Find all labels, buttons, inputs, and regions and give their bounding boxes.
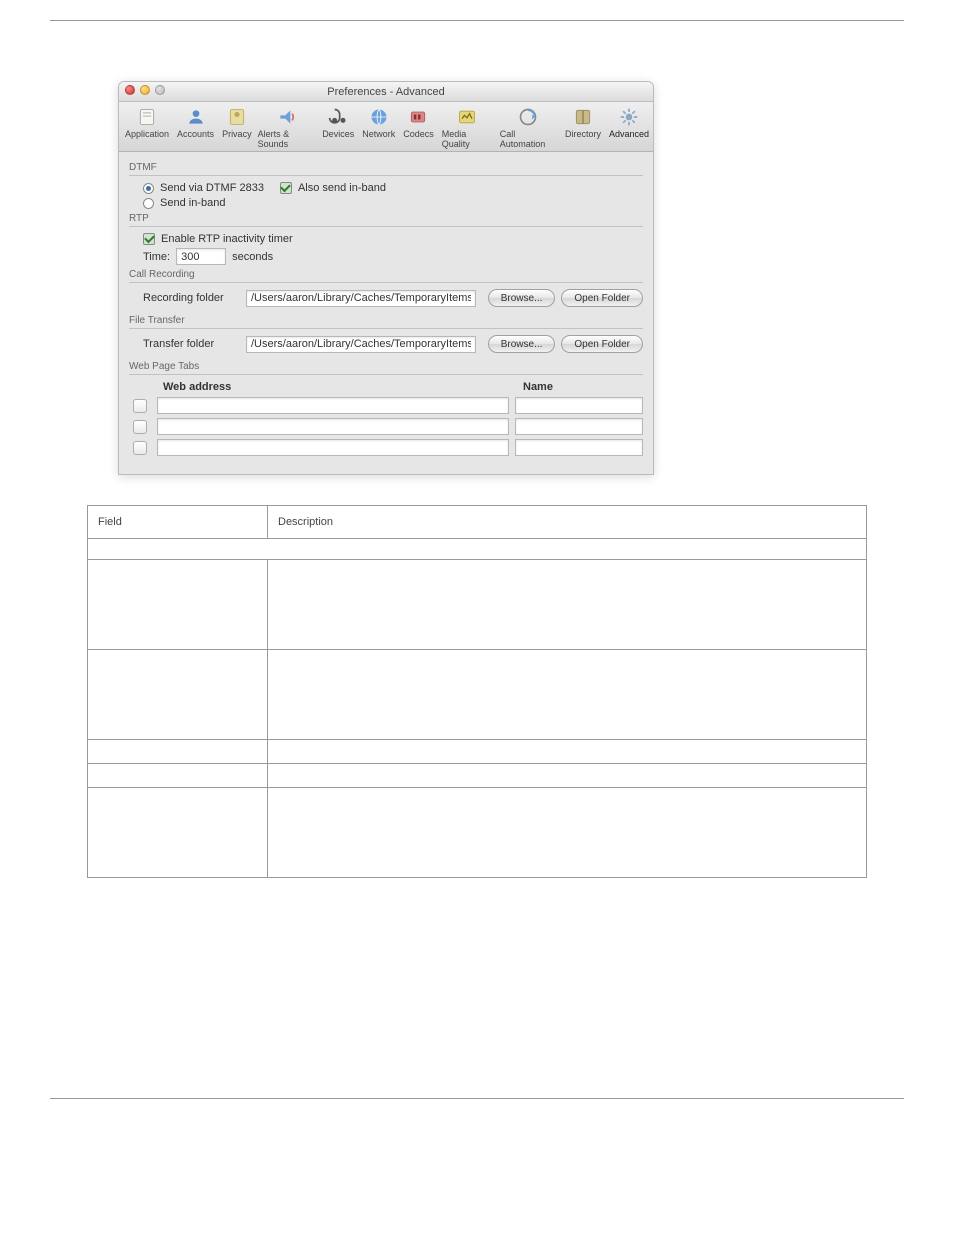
tab-label: Network	[362, 129, 395, 139]
tab-label: Codecs	[403, 129, 434, 139]
tab-network[interactable]: Network	[358, 104, 399, 151]
table-cell	[268, 764, 867, 788]
web-tab-address-input[interactable]	[157, 418, 509, 435]
description-table: Field Description	[87, 505, 867, 878]
table-cell	[88, 560, 268, 650]
tab-label: Accounts	[177, 129, 214, 139]
recording-open-folder-button[interactable]: Open Folder	[561, 289, 643, 307]
minimize-window-icon[interactable]	[140, 85, 150, 95]
application-icon	[134, 106, 160, 128]
web-tab-enable-checkbox[interactable]	[133, 441, 147, 455]
dtmf-rfc2833-radio[interactable]	[143, 183, 154, 194]
dtmf-also-inband-checkbox[interactable]	[280, 182, 292, 194]
tab-application[interactable]: Application	[121, 104, 173, 151]
web-address-header: Web address	[159, 381, 513, 393]
tab-media-quality[interactable]: Media Quality	[438, 104, 496, 151]
preferences-toolbar: Application Accounts Privacy	[119, 102, 653, 152]
transfer-open-folder-button[interactable]: Open Folder	[561, 335, 643, 353]
rtp-time-label: Time:	[143, 251, 170, 263]
tab-privacy[interactable]: Privacy	[218, 104, 256, 151]
advanced-icon	[616, 106, 642, 128]
tab-label: Application	[125, 129, 169, 139]
accounts-icon	[183, 106, 209, 128]
dtmf-inband-radio[interactable]	[143, 198, 154, 209]
tab-label: Devices	[322, 129, 354, 139]
rtp-seconds-label: seconds	[232, 251, 273, 263]
dtmf-rfc2833-label: Send via DTMF 2833	[160, 182, 264, 194]
table-header-description: Description	[268, 506, 867, 539]
tab-directory[interactable]: Directory	[561, 104, 605, 151]
table-section-row	[88, 539, 867, 560]
web-tab-enable-checkbox[interactable]	[133, 420, 147, 434]
web-tab-name-input[interactable]	[515, 439, 643, 456]
tab-label: Call Automation	[500, 129, 557, 149]
recording-folder-label: Recording folder	[143, 292, 238, 304]
table-cell	[88, 740, 268, 764]
web-tab-name-input[interactable]	[515, 397, 643, 414]
tab-alerts-sounds[interactable]: Alerts & Sounds	[256, 104, 319, 151]
window-titlebar: Preferences - Advanced	[119, 82, 653, 102]
web-tab-address-input[interactable]	[157, 397, 509, 414]
web-tab-row	[129, 397, 643, 414]
web-tab-address-input[interactable]	[157, 439, 509, 456]
web-tab-enable-checkbox[interactable]	[133, 399, 147, 413]
tab-accounts[interactable]: Accounts	[173, 104, 218, 151]
dtmf-inband-label: Send in-band	[160, 197, 225, 209]
directory-icon	[570, 106, 596, 128]
group-title-dtmf: DTMF	[129, 162, 643, 173]
tab-devices[interactable]: Devices	[318, 104, 358, 151]
table-cell	[268, 650, 867, 740]
group-title-web-page-tabs: Web Page Tabs	[129, 361, 643, 372]
window-title: Preferences - Advanced	[327, 86, 444, 98]
tab-label: Alerts & Sounds	[258, 129, 317, 149]
preferences-window: Preferences - Advanced Application Accou…	[118, 81, 654, 475]
table-cell	[88, 764, 268, 788]
table-header-field: Field	[88, 506, 268, 539]
tab-label: Media Quality	[442, 129, 492, 149]
table-cell	[268, 560, 867, 650]
zoom-window-icon	[155, 85, 165, 95]
web-tab-row	[129, 439, 643, 456]
close-window-icon[interactable]	[125, 85, 135, 95]
recording-browse-button[interactable]: Browse...	[488, 289, 556, 307]
group-title-rtp: RTP	[129, 213, 643, 224]
tab-label: Privacy	[222, 129, 252, 139]
dtmf-also-inband-label: Also send in-band	[298, 182, 386, 194]
group-title-call-recording: Call Recording	[129, 269, 643, 280]
table-cell	[88, 788, 268, 878]
tab-advanced[interactable]: Advanced	[605, 104, 653, 151]
rtp-enable-label: Enable RTP inactivity timer	[161, 233, 293, 245]
web-tab-name-input[interactable]	[515, 418, 643, 435]
web-tab-row	[129, 418, 643, 435]
tab-call-automation[interactable]: Call Automation	[496, 104, 561, 151]
rtp-enable-checkbox[interactable]	[143, 233, 155, 245]
web-name-header: Name	[513, 381, 643, 393]
transfer-folder-input[interactable]	[246, 336, 476, 353]
devices-icon	[325, 106, 351, 128]
media-quality-icon	[454, 106, 480, 128]
tab-label: Directory	[565, 129, 601, 139]
call-automation-icon	[515, 106, 541, 128]
network-icon	[366, 106, 392, 128]
rtp-time-input[interactable]	[176, 248, 226, 265]
transfer-folder-label: Transfer folder	[143, 338, 238, 350]
tab-label: Advanced	[609, 129, 649, 139]
group-title-file-transfer: File Transfer	[129, 315, 643, 326]
table-cell	[268, 788, 867, 878]
table-cell	[88, 650, 268, 740]
table-cell	[268, 740, 867, 764]
codecs-icon	[405, 106, 431, 128]
privacy-icon	[224, 106, 250, 128]
recording-folder-input[interactable]	[246, 290, 476, 307]
alerts-icon	[274, 106, 300, 128]
tab-codecs[interactable]: Codecs	[399, 104, 438, 151]
transfer-browse-button[interactable]: Browse...	[488, 335, 556, 353]
